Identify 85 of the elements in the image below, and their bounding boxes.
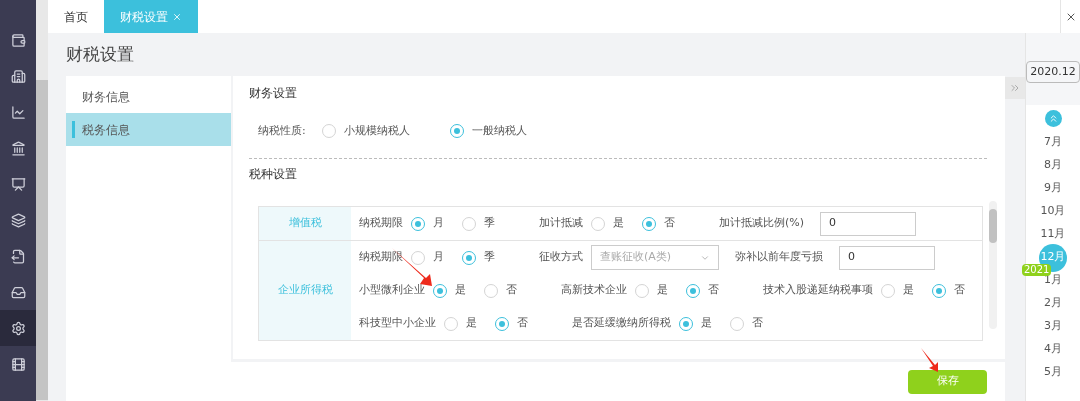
radio-button[interactable] xyxy=(635,283,649,298)
radio-button[interactable] xyxy=(462,216,476,231)
field-label: 小型微利企业 xyxy=(359,282,425,299)
section-title: 财务设置 xyxy=(249,85,297,102)
video-icon xyxy=(10,356,26,372)
radio-button[interactable] xyxy=(642,216,656,231)
radio-label: 小规模纳税人 xyxy=(343,122,410,139)
settings-icon xyxy=(10,320,26,336)
sidebar-item[interactable] xyxy=(0,310,36,346)
field-label: 加计抵减比例(%) xyxy=(719,215,805,232)
scrollbar-thumb[interactable] xyxy=(989,209,997,243)
inbox-icon xyxy=(10,284,26,300)
radio-button[interactable] xyxy=(679,316,693,331)
radio-button[interactable] xyxy=(444,316,458,331)
radio-label: 是 xyxy=(657,282,668,299)
scroll-up-button[interactable] xyxy=(1044,109,1062,127)
radio-label: 是 xyxy=(903,282,914,299)
radio-label: 否 xyxy=(752,315,763,332)
radio-label: 季 xyxy=(484,249,495,266)
period-field[interactable]: 2020.12 xyxy=(1026,61,1080,83)
field-label: 高新技术企业 xyxy=(561,282,627,299)
radio-label: 否 xyxy=(954,282,965,299)
radio-label: 一般纳税人 xyxy=(471,122,527,139)
radio-label: 月 xyxy=(433,249,444,266)
radio-label: 否 xyxy=(517,315,528,332)
radio-button[interactable] xyxy=(433,283,447,298)
radio-button[interactable] xyxy=(932,283,946,298)
wallet-icon xyxy=(10,32,26,48)
radio-button[interactable] xyxy=(484,283,498,298)
month-item[interactable]: 3月 xyxy=(1044,318,1062,335)
radio-label: 是 xyxy=(701,315,712,332)
number-field[interactable]: 0 xyxy=(839,245,935,270)
chart-icon xyxy=(10,104,26,120)
radio-button[interactable] xyxy=(730,316,744,331)
radio-label: 月 xyxy=(433,215,444,232)
tax-name: 增值税 xyxy=(288,215,322,232)
month-item[interactable]: 11月 xyxy=(1040,226,1066,243)
bank-icon xyxy=(10,140,26,156)
field-label: 科技型中小企业 xyxy=(359,315,436,332)
field-label: 加计抵减 xyxy=(539,215,583,232)
radio-label: 季 xyxy=(484,215,495,232)
month-item[interactable]: 2月 xyxy=(1044,295,1062,312)
month-item[interactable]: 7月 xyxy=(1044,134,1062,151)
scrollbar-thumb[interactable] xyxy=(36,80,48,400)
section-title: 税种设置 xyxy=(249,166,297,183)
month-item[interactable]: 9月 xyxy=(1044,180,1062,197)
double-chevron-icon xyxy=(1009,82,1021,94)
menu-item[interactable]: 财务信息 xyxy=(66,80,231,113)
month-item[interactable]: 8月 xyxy=(1044,157,1062,174)
tax-name: 企业所得税 xyxy=(277,282,333,299)
field-label: 是否延缓缴纳所得税 xyxy=(572,315,671,332)
radio-button[interactable] xyxy=(462,250,476,265)
month-item[interactable]: 4月 xyxy=(1044,341,1062,358)
radio-button[interactable] xyxy=(686,283,700,298)
radio-button[interactable] xyxy=(881,283,895,298)
number-field[interactable]: 0 xyxy=(820,211,917,236)
radio-label: 是 xyxy=(466,315,477,332)
radio-label: 是 xyxy=(455,282,466,299)
radio-button[interactable] xyxy=(411,216,425,231)
field-label: 纳税期限 xyxy=(359,249,403,266)
page-title: 财税设置 xyxy=(66,42,134,66)
radio-button[interactable] xyxy=(449,124,464,138)
month-item[interactable]: 5月 xyxy=(1044,364,1062,381)
tab[interactable]: 首页 xyxy=(48,0,104,33)
collapse-toggle[interactable] xyxy=(1005,77,1025,99)
radio-button[interactable] xyxy=(321,124,336,138)
layers-icon xyxy=(10,212,26,228)
file-export-icon xyxy=(10,248,26,264)
field-label: 纳税性质: xyxy=(258,122,306,139)
year-badge: 2021 xyxy=(1022,264,1052,276)
board-icon xyxy=(10,176,26,192)
radio-button[interactable] xyxy=(495,316,509,331)
radio-label: 否 xyxy=(708,282,719,299)
radio-button[interactable] xyxy=(591,216,605,231)
month-item[interactable]: 10月 xyxy=(1040,203,1066,220)
radio-label: 否 xyxy=(506,282,517,299)
field-label: 技术入股递延纳税事项 xyxy=(763,282,873,299)
radio-button[interactable] xyxy=(411,250,425,265)
field-label: 弥补以前年度亏损 xyxy=(735,249,823,266)
field-label: 征收方式 xyxy=(539,249,583,266)
radio-label: 是 xyxy=(613,215,624,232)
radio-label: 否 xyxy=(664,215,675,232)
menu-item[interactable]: 税务信息 xyxy=(66,113,231,146)
field-label: 纳税期限 xyxy=(359,215,403,232)
building-icon xyxy=(10,68,26,84)
